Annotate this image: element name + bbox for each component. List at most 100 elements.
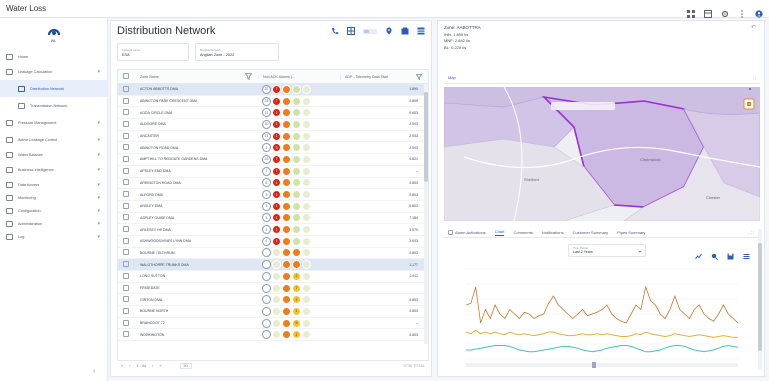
- alarm-badge[interactable]: [262, 330, 271, 340]
- alarm-badge[interactable]: [302, 236, 311, 246]
- sidebar-item[interactable]: Log ▾: [0, 230, 107, 243]
- table-row[interactable]: ARRINGTON ROAD DMA 5 1 0.803: [118, 178, 428, 190]
- sidebar-item[interactable]: Pressure Management ▾: [0, 114, 107, 131]
- export-icon[interactable]: [401, 27, 409, 35]
- row-checkbox[interactable]: [123, 272, 129, 279]
- table-row[interactable]: ARLESEY HR DMA 1 1 3.970: [118, 224, 428, 236]
- alarm-badge[interactable]: 1: [272, 213, 281, 223]
- row-checkbox[interactable]: [123, 261, 129, 268]
- sidebar-item[interactable]: Data Access ▾: [0, 178, 107, 191]
- alarm-badge[interactable]: [282, 143, 291, 153]
- row-checkbox[interactable]: [123, 132, 129, 139]
- table-row[interactable]: ANSLEY DMA 1 1 0.803: [118, 201, 428, 213]
- alarm-badge[interactable]: [302, 271, 311, 281]
- row-checkbox[interactable]: [123, 179, 129, 186]
- row-checkbox[interactable]: [123, 226, 129, 233]
- row-checkbox[interactable]: [123, 307, 129, 314]
- table-row[interactable]: ANCASTER 11 1 2.003: [118, 131, 428, 143]
- table-row[interactable]: ASHWOODS/VINES LYNN DMA 1 1 2.003: [118, 236, 428, 248]
- alarm-badge[interactable]: [282, 154, 291, 164]
- alarm-badge[interactable]: 7: [272, 166, 281, 176]
- column-zone-name[interactable]: Zone Name: [134, 73, 258, 80]
- alarm-badge[interactable]: 5: [292, 318, 301, 328]
- per-page-select[interactable]: 50: [179, 363, 192, 369]
- alarm-badge[interactable]: [302, 248, 311, 258]
- row-checkbox[interactable]: [123, 155, 129, 162]
- alarm-badge[interactable]: [282, 166, 291, 176]
- alarm-badge[interactable]: [282, 318, 291, 328]
- alarm-badge[interactable]: [302, 143, 311, 153]
- zoom-icon[interactable]: [711, 247, 718, 260]
- more-icon[interactable]: [738, 5, 746, 18]
- alarm-badge[interactable]: 22: [262, 84, 271, 94]
- alarm-badge[interactable]: 1: [292, 306, 301, 316]
- monthly-network-field[interactable]: Monthly Network Anglian Zone - 2022: [195, 43, 279, 61]
- alarm-badge[interactable]: [292, 119, 301, 129]
- table-row[interactable]: ASPLEY GUISE DMA 1 1 7.184: [118, 213, 428, 225]
- column-alarms[interactable]: Non ACK Alarms (...: [258, 74, 340, 79]
- sidebar-item[interactable]: Distribution Network: [0, 80, 107, 97]
- row-checkbox[interactable]: [123, 120, 129, 127]
- tab-alarm-activations[interactable]: Alarm Activations: [448, 229, 486, 235]
- tab-customer-summary[interactable]: Customer Summary: [573, 230, 609, 235]
- table-row[interactable]: WALGTHORPE TRUNKS DMA 1.177: [118, 259, 428, 271]
- alarm-badge[interactable]: [292, 236, 301, 246]
- next-page-button[interactable]: ›: [152, 364, 153, 368]
- alarm-badge[interactable]: [302, 178, 311, 188]
- table-settings-icon[interactable]: [417, 27, 425, 35]
- alarm-badge[interactable]: [282, 248, 291, 258]
- alarm-badge[interactable]: [302, 213, 311, 223]
- sidebar-item[interactable]: Leakage Calculation ▾: [0, 63, 107, 80]
- map-pin-icon[interactable]: [385, 27, 393, 35]
- alarm-badge[interactable]: [292, 143, 301, 153]
- alarm-badge[interactable]: [262, 318, 271, 328]
- map-section-header[interactable]: Map ⛶: [444, 71, 760, 84]
- alarm-badge[interactable]: 1: [272, 190, 281, 200]
- table-row[interactable]: ALDGORE DMA 10 1 2.003: [118, 119, 428, 131]
- alarm-badge[interactable]: [282, 190, 291, 200]
- filter-toggle-icon[interactable]: [363, 28, 377, 35]
- alarm-badge[interactable]: 10: [262, 119, 271, 129]
- chart-menu-icon[interactable]: [743, 247, 750, 259]
- alarm-badge[interactable]: [272, 306, 281, 316]
- alarm-badge[interactable]: 1: [262, 201, 271, 211]
- row-checkbox[interactable]: [123, 167, 129, 174]
- table-row[interactable]: BOURNE / ELTHRUM 0.803: [118, 248, 428, 260]
- close-detail-icon[interactable]: ↶: [751, 24, 756, 31]
- tab-pipes-summary[interactable]: Pipes Summary: [617, 230, 645, 235]
- alarm-badge[interactable]: [302, 166, 311, 176]
- settings-icon[interactable]: [721, 5, 729, 17]
- alarm-badge[interactable]: [282, 108, 291, 118]
- first-page-button[interactable]: «: [121, 364, 123, 368]
- alarm-badge[interactable]: 11: [262, 108, 271, 118]
- alarm-badge[interactable]: [292, 154, 301, 164]
- row-checkbox[interactable]: [123, 331, 129, 338]
- row-checkbox[interactable]: [123, 237, 129, 244]
- alarm-badge[interactable]: 23: [262, 154, 271, 164]
- alarm-badge[interactable]: [292, 166, 301, 176]
- alarm-badge[interactable]: [282, 119, 291, 129]
- sidebar-item[interactable]: Home: [0, 50, 107, 63]
- select-all-checkbox[interactable]: [123, 73, 129, 79]
- alarm-badge[interactable]: 1: [272, 178, 281, 188]
- alarm-badge[interactable]: [302, 96, 311, 106]
- chart-range-slider[interactable]: [466, 363, 738, 367]
- alarm-badge[interactable]: [302, 190, 311, 200]
- detail-scroll-thumb[interactable]: [758, 243, 762, 351]
- tab-chart[interactable]: Chart: [494, 229, 505, 236]
- alarm-badge[interactable]: 7: [292, 283, 301, 293]
- sidebar-item[interactable]: Active Leakage Control ▾: [0, 131, 107, 148]
- chart-range-handle[interactable]: [592, 362, 596, 368]
- alarm-badge[interactable]: [292, 178, 301, 188]
- sidebar-item[interactable]: Business Intelligence ▾: [0, 161, 107, 178]
- alarm-badge[interactable]: [282, 330, 291, 340]
- alarm-badge[interactable]: [262, 248, 271, 258]
- alarm-badge[interactable]: [302, 260, 311, 270]
- tab-comments[interactable]: Comments: [513, 230, 532, 235]
- row-checkbox[interactable]: [123, 319, 129, 326]
- alarm-badge[interactable]: [302, 283, 311, 293]
- sidebar-item[interactable]: Monitoring ▾: [0, 191, 107, 204]
- alarm-badge[interactable]: [302, 201, 311, 211]
- table-scrollbar[interactable]: [424, 84, 428, 344]
- prev-page-button[interactable]: ‹: [129, 364, 130, 368]
